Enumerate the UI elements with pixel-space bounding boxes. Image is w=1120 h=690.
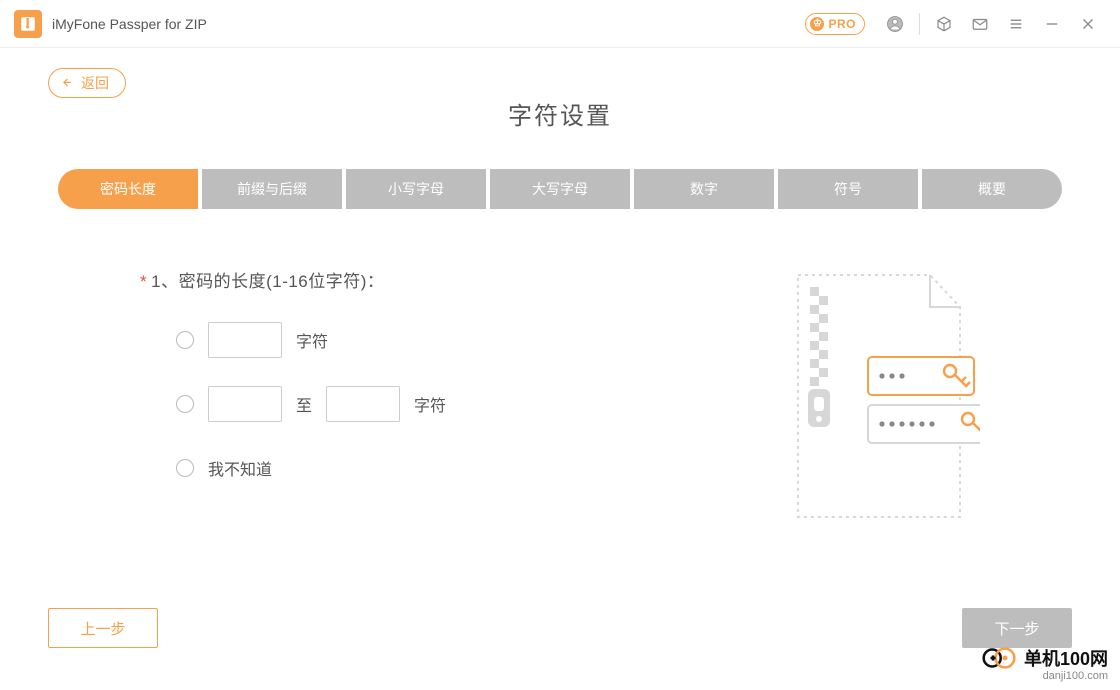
tab-digits[interactable]: 数字	[634, 169, 774, 209]
content-area: *1、密码的长度(1-16位字符)： 字符 至 字符 我不知道	[140, 267, 1120, 486]
back-label: 返回	[81, 73, 109, 93]
tab-symbols[interactable]: 符号	[778, 169, 918, 209]
radio-unknown[interactable]	[176, 459, 194, 477]
prev-button[interactable]: 上一步	[48, 608, 158, 648]
range-to-label: 至	[296, 392, 312, 416]
user-icon[interactable]	[883, 12, 907, 36]
tab-uppercase[interactable]: 大写字母	[490, 169, 630, 209]
section-label-text: 1、密码的长度(1-16位字符)：	[151, 272, 384, 291]
divider	[919, 13, 920, 35]
pro-label: PRO	[828, 17, 856, 31]
tab-prefix-suffix[interactable]: 前缀与后缀	[202, 169, 342, 209]
zip-illustration	[790, 267, 980, 527]
watermark-brand: 单机100网	[1024, 645, 1108, 671]
radio-range[interactable]	[176, 395, 194, 413]
page-title: 字符设置	[0, 96, 1120, 131]
app-icon	[14, 10, 42, 38]
close-icon[interactable]	[1076, 12, 1100, 36]
back-button[interactable]: 返回	[48, 68, 126, 98]
tab-strip: 密码长度 前缀与后缀 小写字母 大写字母 数字 符号 概要	[0, 169, 1120, 209]
pro-crown-icon: ♔	[810, 17, 824, 31]
footer: 上一步 下一步	[0, 608, 1120, 648]
titlebar: iMyFone Passper for ZIP ♔ PRO	[0, 0, 1120, 48]
radio-exact[interactable]	[176, 331, 194, 349]
next-button[interactable]: 下一步	[962, 608, 1072, 648]
range-from-input[interactable]	[208, 386, 282, 422]
back-arrow-icon	[61, 76, 75, 90]
pro-badge[interactable]: ♔ PRO	[805, 13, 865, 35]
range-unit-label: 字符	[414, 392, 446, 416]
exact-unit-label: 字符	[296, 328, 328, 352]
exact-length-input[interactable]	[208, 322, 282, 358]
cube-icon[interactable]	[932, 12, 956, 36]
minimize-icon[interactable]	[1040, 12, 1064, 36]
mail-icon[interactable]	[968, 12, 992, 36]
menu-icon[interactable]	[1004, 12, 1028, 36]
watermark-logo-icon	[982, 644, 1016, 672]
tab-password-length[interactable]: 密码长度	[58, 169, 198, 209]
required-asterisk: *	[140, 272, 147, 291]
watermark: 单机100网 danji100.com	[982, 644, 1108, 682]
range-to-input[interactable]	[326, 386, 400, 422]
tab-lowercase[interactable]: 小写字母	[346, 169, 486, 209]
app-title: iMyFone Passper for ZIP	[52, 16, 207, 32]
unknown-label: 我不知道	[208, 456, 272, 480]
tab-summary[interactable]: 概要	[922, 169, 1062, 209]
